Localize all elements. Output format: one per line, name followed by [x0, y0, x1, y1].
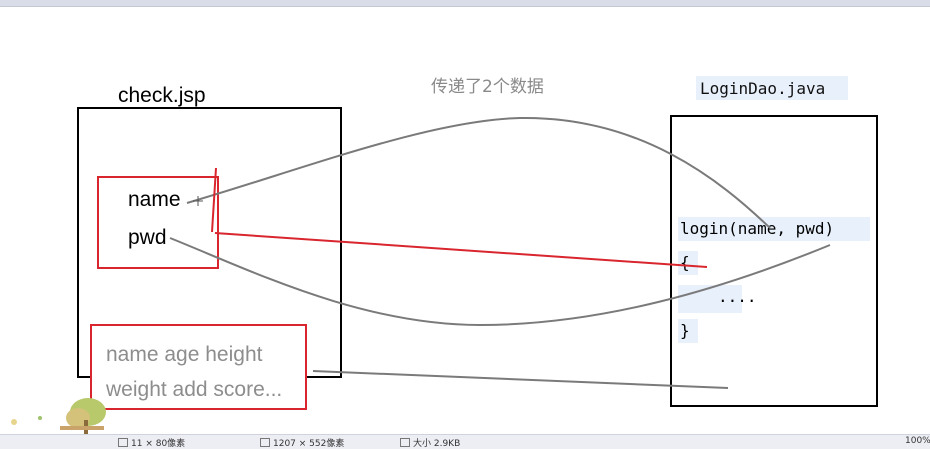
tree-logo-icon [11, 398, 106, 434]
file-size-item: 大小 2.9KB [400, 436, 460, 449]
red-pointer-line [214, 232, 708, 268]
selection-icon [118, 438, 128, 447]
disk-icon [400, 438, 410, 447]
pwd-connector-curve [169, 237, 831, 327]
selection-size-item: 11 × 80像素 [118, 436, 185, 449]
image-size-item: 1207 × 552像素 [260, 436, 344, 449]
connector-lines [169, 116, 831, 389]
fields-connector-line [312, 370, 729, 389]
name-connector-curve [186, 116, 771, 229]
cursor-crosshair-icon [193, 196, 203, 206]
red-tick-mark [211, 167, 217, 233]
status-bar: 11 × 80像素 1207 × 552像素 大小 2.9KB 100% [0, 434, 930, 449]
zoom-level[interactable]: 100% [905, 436, 930, 446]
image-size-icon [260, 438, 270, 447]
